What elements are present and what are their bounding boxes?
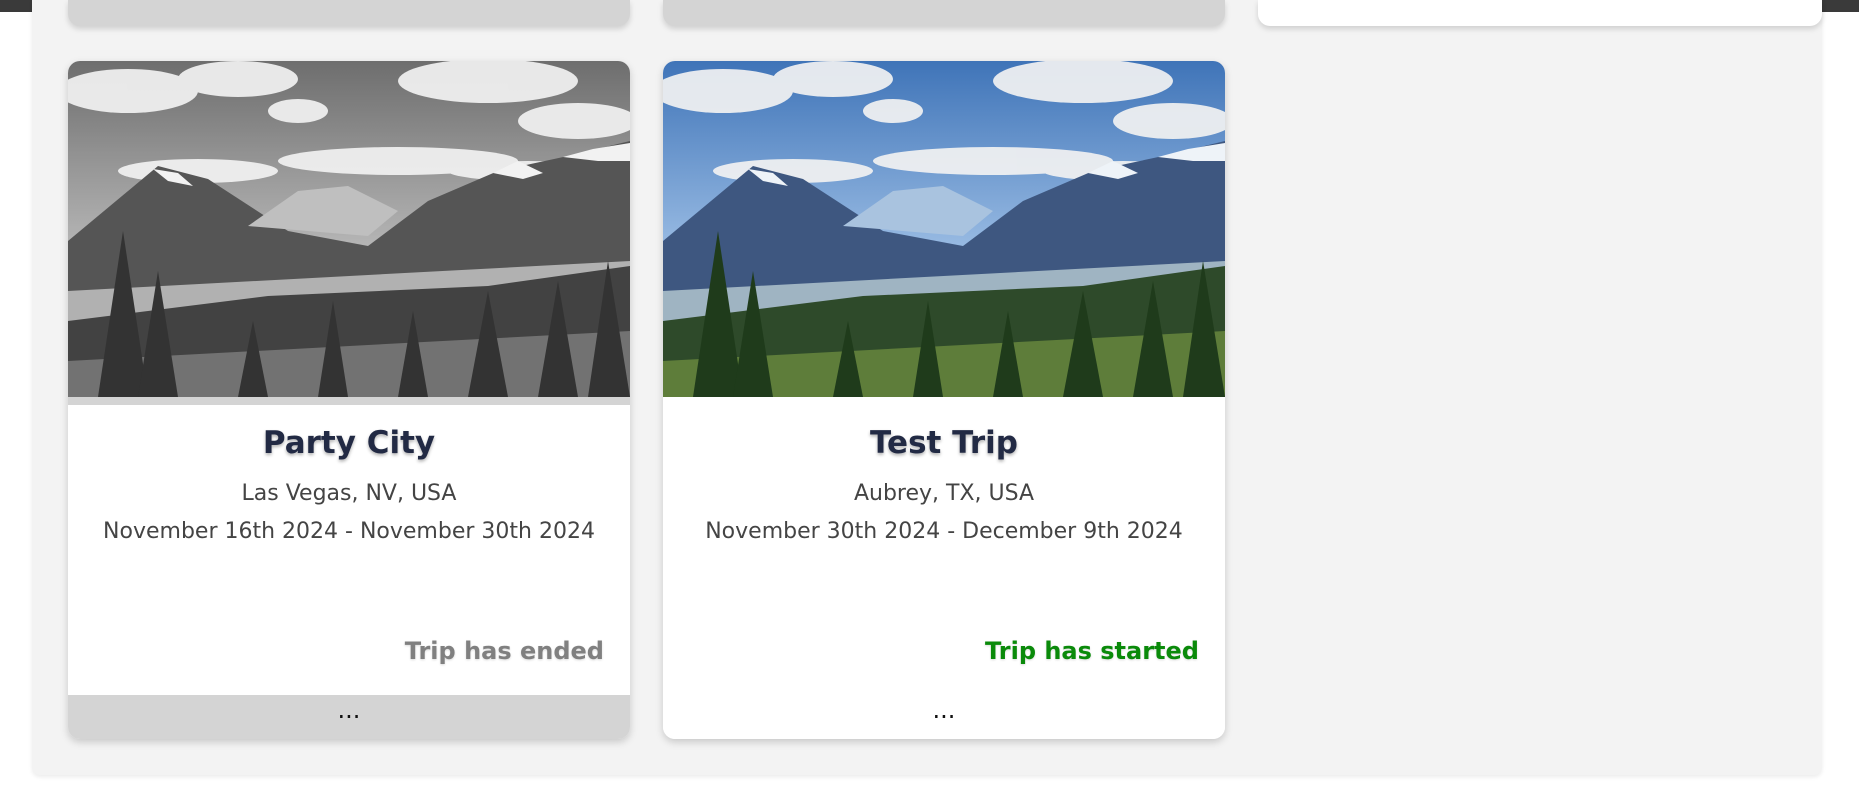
trip-dates: November 30th 2024 - December 9th 2024: [705, 519, 1183, 544]
trip-title: Test Trip: [870, 425, 1018, 461]
trip-menu-button[interactable]: ...: [68, 695, 630, 739]
trip-status: Trip has started: [985, 637, 1199, 665]
side-panel-bottom: [1258, 0, 1822, 26]
mountain-landscape-image: [68, 61, 630, 397]
trip-card-test-trip[interactable]: Test Trip Aubrey, TX, USA November 30th …: [663, 61, 1225, 739]
previous-trip-card-bottom[interactable]: [663, 0, 1225, 26]
trip-location: Aubrey, TX, USA: [853, 481, 1035, 506]
trip-card-image: [68, 61, 630, 397]
trip-dates: November 16th 2024 - November 30th 2024: [103, 519, 595, 544]
trip-card-image: [663, 61, 1225, 397]
trip-location: Las Vegas, NV, USA: [241, 481, 457, 506]
mountain-landscape-image: [663, 61, 1225, 397]
trip-status: Trip has ended: [404, 637, 604, 665]
trip-title: Party City: [262, 425, 436, 461]
image-divider: [68, 397, 630, 405]
previous-trip-card-bottom[interactable]: [68, 0, 630, 26]
trip-menu-button[interactable]: ...: [663, 695, 1225, 739]
trip-card-party-city[interactable]: Party City Las Vegas, NV, USA November 1…: [68, 61, 630, 739]
